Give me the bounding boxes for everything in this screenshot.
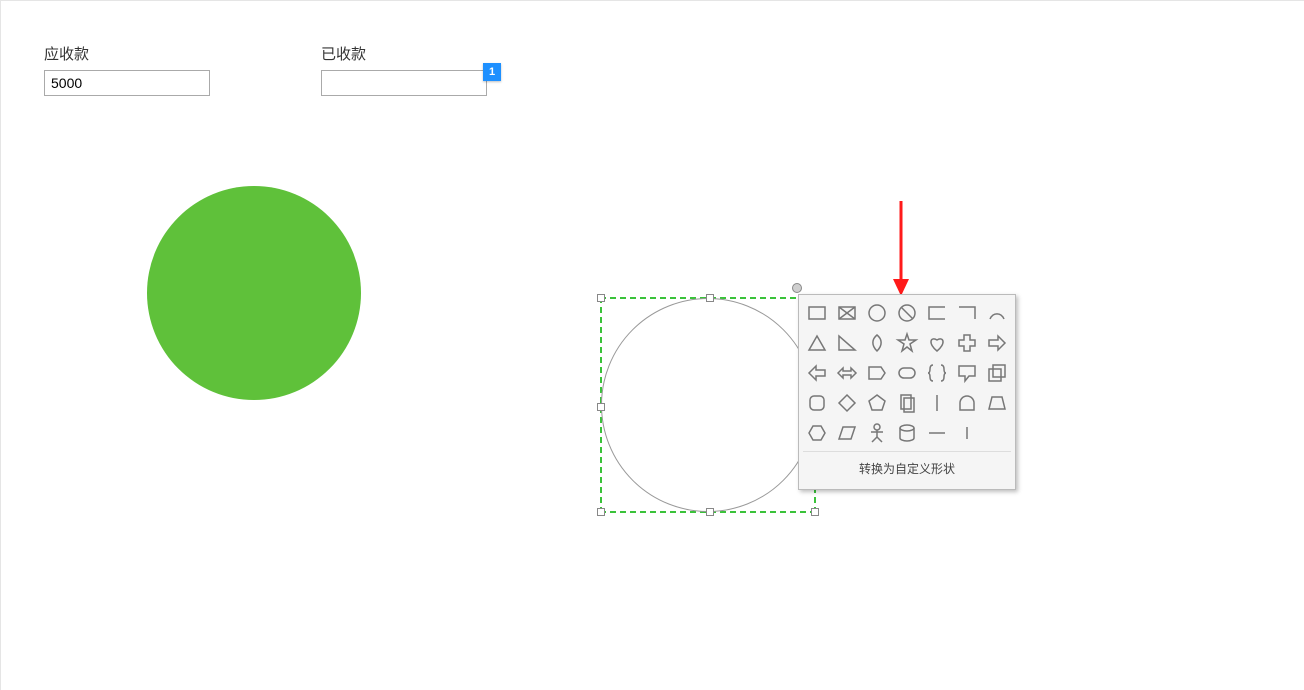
- filled-circle-shape[interactable]: [147, 186, 361, 400]
- diamond-icon[interactable]: [833, 389, 861, 417]
- arrow-leftright-icon[interactable]: [833, 359, 861, 387]
- field-received: 已收款 1: [321, 43, 487, 96]
- pages-icon[interactable]: [893, 389, 921, 417]
- shapes-flyout: 转换为自定义形状: [798, 294, 1016, 490]
- circle-icon[interactable]: [863, 299, 891, 327]
- field-receivable-input[interactable]: [44, 70, 210, 96]
- trapezoid-icon[interactable]: [983, 389, 1011, 417]
- resize-handle-br[interactable]: [811, 508, 819, 516]
- plus-icon[interactable]: [953, 329, 981, 357]
- pentagon-icon[interactable]: [863, 389, 891, 417]
- annotation-arrow-icon: [881, 201, 921, 301]
- field-receivable-label: 应收款: [44, 43, 210, 64]
- vertical-line-icon[interactable]: [923, 389, 951, 417]
- resize-handle-t[interactable]: [706, 294, 714, 302]
- resize-handle-tl[interactable]: [597, 294, 605, 302]
- crossed-rectangle-icon[interactable]: [833, 299, 861, 327]
- right-triangle-icon[interactable]: [833, 329, 861, 357]
- triangle-icon[interactable]: [803, 329, 831, 357]
- resize-handle-l[interactable]: [597, 403, 605, 411]
- round-rect-icon[interactable]: [893, 359, 921, 387]
- star-icon[interactable]: [893, 329, 921, 357]
- annotation-badge[interactable]: 1: [483, 63, 501, 81]
- resize-handle-b[interactable]: [706, 508, 714, 516]
- stack-icon[interactable]: [983, 359, 1011, 387]
- open-rect-icon[interactable]: [923, 299, 951, 327]
- arrow-right-icon[interactable]: [983, 329, 1011, 357]
- disallow-icon[interactable]: [893, 299, 921, 327]
- horizontal-line-icon[interactable]: [923, 419, 951, 447]
- convert-to-custom-shape-button[interactable]: 转换为自定义形状: [803, 451, 1011, 485]
- rotate-handle[interactable]: [792, 283, 802, 293]
- rectangle-icon[interactable]: [803, 299, 831, 327]
- shapes-grid: [799, 295, 1015, 451]
- cylinder-icon[interactable]: [893, 419, 921, 447]
- dome-icon[interactable]: [953, 389, 981, 417]
- arrow-left-icon[interactable]: [803, 359, 831, 387]
- blank-icon[interactable]: [983, 419, 1011, 447]
- rounded-square-icon[interactable]: [803, 389, 831, 417]
- parallelogram-icon[interactable]: [833, 419, 861, 447]
- callout-icon[interactable]: [953, 359, 981, 387]
- teardrop-icon[interactable]: [863, 329, 891, 357]
- selection-box[interactable]: [600, 297, 816, 513]
- design-canvas[interactable]: 应收款 已收款 1: [0, 0, 1304, 690]
- heart-icon[interactable]: [923, 329, 951, 357]
- field-received-label: 已收款: [321, 43, 487, 64]
- brace-icon[interactable]: [923, 359, 951, 387]
- d-tag-icon[interactable]: [863, 359, 891, 387]
- arc-icon[interactable]: [983, 299, 1011, 327]
- hexagon-icon[interactable]: [803, 419, 831, 447]
- vertical-short-icon[interactable]: [953, 419, 981, 447]
- half-rect-icon[interactable]: [953, 299, 981, 327]
- field-received-input[interactable]: [321, 70, 487, 96]
- selected-circle-shape[interactable]: [601, 298, 815, 512]
- resize-handle-bl[interactable]: [597, 508, 605, 516]
- actor-icon[interactable]: [863, 419, 891, 447]
- field-receivable: 应收款: [44, 43, 210, 96]
